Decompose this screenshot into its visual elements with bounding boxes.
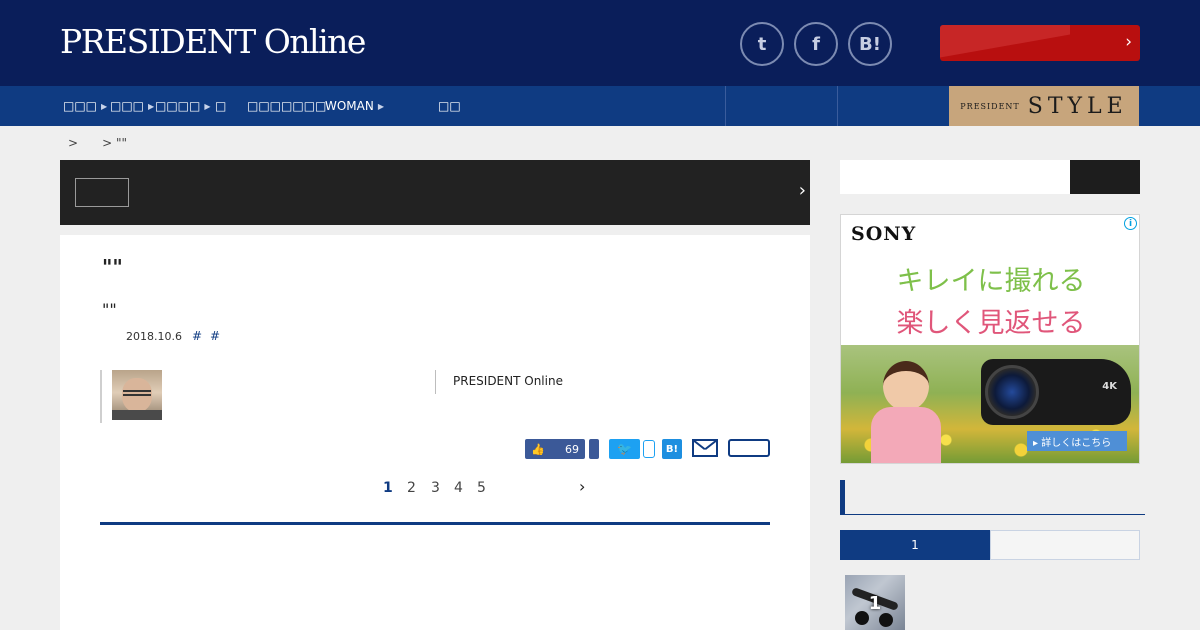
facebook-share-button[interactable] xyxy=(589,439,599,459)
search-input[interactable] xyxy=(840,160,1070,194)
president-style-banner[interactable]: PRESIDENT STYLE xyxy=(949,86,1139,126)
twitter-bird-icon: 🐦 xyxy=(617,442,632,456)
nav-item-1[interactable]: □□□ ▶ xyxy=(63,86,107,126)
twitter-icon[interactable]: t xyxy=(740,22,784,66)
tweet-count-bubble xyxy=(643,440,655,458)
next-page-icon[interactable]: › xyxy=(579,477,585,496)
site-logo[interactable]: PRESIDENT Online xyxy=(60,22,366,61)
breadcrumb-separator: > xyxy=(102,136,113,150)
hatena-bookmark-icon[interactable]: B! xyxy=(848,22,892,66)
nav-item-label: □□□ xyxy=(63,99,98,113)
ad-brand: SONY xyxy=(851,223,917,245)
twitter-share-button[interactable]: 🐦 xyxy=(609,439,640,459)
page-link-5[interactable]: 5 xyxy=(477,480,486,496)
ad-headline-1: キレイに撮れる xyxy=(896,266,1086,297)
chevron-right-icon: › xyxy=(798,180,806,201)
nav-item-woman[interactable]: WOMAN ▶ xyxy=(325,86,384,126)
article-subtitle: "" xyxy=(102,300,117,319)
nav-item-label: □□□□□□□ xyxy=(247,99,327,113)
sidebar-ad[interactable]: SONY i キレイに撮れる 楽しく見返せる 4K ▸ 詳しくはこちら xyxy=(840,214,1140,464)
caret-right-icon: ▶ xyxy=(101,101,108,111)
nav-item-label: WOMAN xyxy=(325,99,374,113)
caret-right-icon: ▶ xyxy=(204,101,211,111)
article-title: "" xyxy=(102,255,123,279)
ranking-number: 1 xyxy=(868,593,882,614)
ad-cta-button[interactable]: ▸ 詳しくはこちら xyxy=(1027,431,1127,451)
style-banner-small: PRESIDENT xyxy=(960,101,1020,111)
facebook-like-button[interactable]: 👍 69 xyxy=(525,439,585,459)
nav-item-4[interactable]: □ xyxy=(215,86,226,126)
nav-item-label: □ xyxy=(215,99,227,113)
article-date: 2018.10.6 xyxy=(126,330,182,343)
hatena-share-button[interactable]: B! xyxy=(662,439,682,459)
style-banner-big: STYLE xyxy=(1027,93,1128,119)
nav-item-7[interactable]: □□ xyxy=(438,86,461,126)
caret-right-icon: ▶ xyxy=(377,101,385,111)
article-tag[interactable]: # xyxy=(210,329,220,343)
camera-label: 4K xyxy=(1102,381,1117,392)
caret-right-icon: ▶ xyxy=(148,101,155,111)
page-link-3[interactable]: 3 xyxy=(431,480,440,496)
mail-icon[interactable] xyxy=(692,439,718,457)
article-tag[interactable]: # xyxy=(192,329,202,343)
ad-info-icon[interactable]: i xyxy=(1124,217,1137,230)
page-link-2[interactable]: 2 xyxy=(407,480,416,496)
like-count: 69 xyxy=(565,442,579,456)
thumbs-up-icon: 👍 xyxy=(531,442,545,456)
article-body: "" "" 2018.10.6 # # PRESIDENT Online 👍 6… xyxy=(60,235,810,630)
ad-child-image xyxy=(871,361,941,463)
author-avatar[interactable] xyxy=(112,370,162,420)
facebook-icon[interactable]: f xyxy=(794,22,838,66)
breadcrumb-separator: > xyxy=(68,136,79,150)
ranking-tab-1[interactable]: 1 xyxy=(840,530,990,560)
series-banner-button[interactable] xyxy=(75,178,129,207)
page-link-1[interactable]: 1 xyxy=(383,480,393,496)
search-button[interactable] xyxy=(1070,160,1140,194)
photo-credit: PRESIDENT Online xyxy=(453,374,563,388)
nav-item-5[interactable]: □□□□□□□ xyxy=(247,86,326,126)
page-link-4[interactable]: 4 xyxy=(454,480,463,496)
share-more-button[interactable] xyxy=(728,439,770,457)
series-banner[interactable]: › xyxy=(60,160,810,225)
breadcrumb-current: "" xyxy=(115,136,127,150)
nav-item-label: □□ xyxy=(438,99,461,113)
breadcrumb: > > "" xyxy=(68,136,127,150)
camera-image: 4K xyxy=(981,359,1131,425)
nav-divider xyxy=(725,86,726,126)
nav-divider xyxy=(837,86,838,126)
nav-item-label: □□□□ xyxy=(155,99,201,113)
ranking-tab-2[interactable] xyxy=(990,530,1140,560)
nav-item-label: □□□ xyxy=(110,99,145,113)
ranking-thumbnail[interactable]: 1 xyxy=(845,575,905,630)
chevron-right-icon: › xyxy=(1125,32,1132,52)
author-divider xyxy=(100,370,102,423)
ad-headline-2: 楽しく見返せる xyxy=(896,308,1086,339)
site-header: PRESIDENT Online t f B! › xyxy=(0,0,1200,86)
ranking-header xyxy=(840,480,1145,515)
nav-item-3[interactable]: □□□□ ▶ xyxy=(155,86,211,126)
credit-divider xyxy=(435,370,436,394)
ranking-tabs: 1 xyxy=(840,530,1140,560)
article-divider xyxy=(100,522,770,525)
nav-item-2[interactable]: □□□ ▶ xyxy=(110,86,154,126)
header-cta-button[interactable]: › xyxy=(940,25,1140,61)
